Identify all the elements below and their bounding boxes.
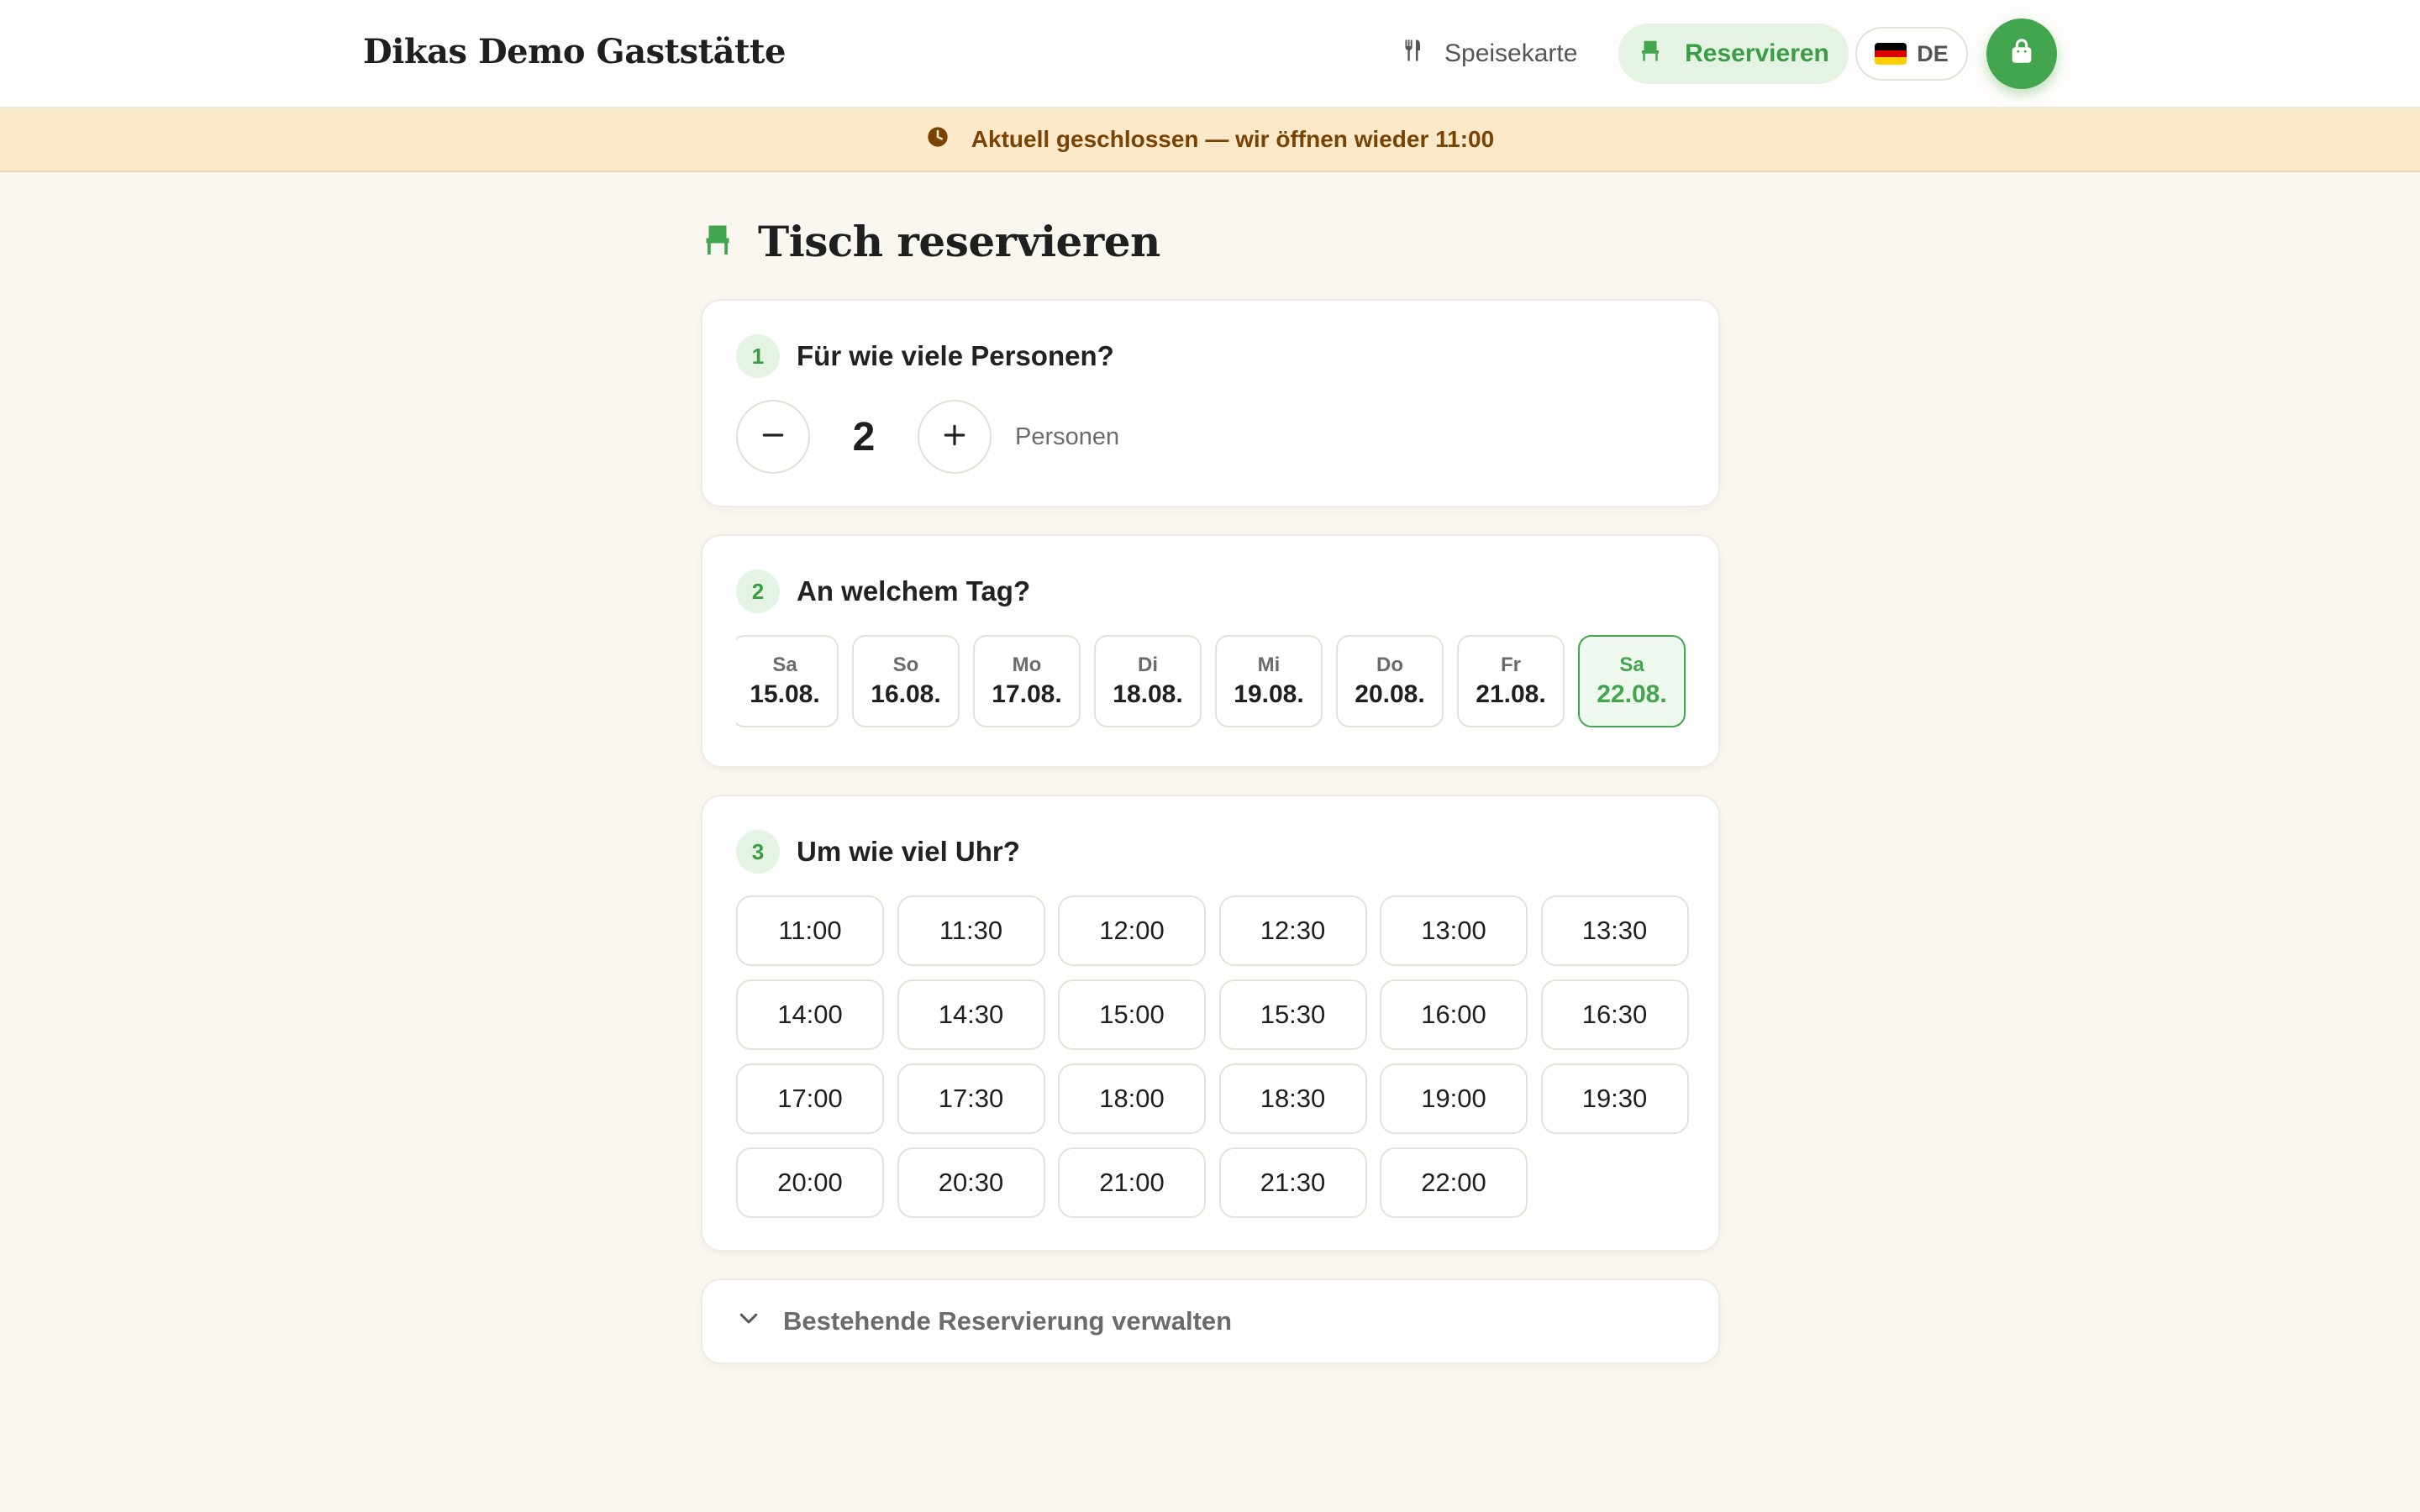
day-option[interactable]: So 16.08.: [852, 635, 960, 727]
time-slot-button[interactable]: 20:00: [736, 1147, 884, 1218]
time-slot-button[interactable]: 22:00: [1380, 1147, 1528, 1218]
closed-notice-banner: Aktuell geschlossen — wir öffnen wieder …: [0, 108, 2420, 172]
day-name: Fr: [1501, 654, 1521, 676]
page-title-text: Tisch reservieren: [758, 217, 1160, 266]
cutlery-icon: [1399, 38, 1424, 70]
day-date: 16.08.: [871, 680, 941, 708]
day-name: Mi: [1257, 654, 1281, 676]
manage-reservation-row: Bestehende Reservierung verwalten: [736, 1280, 1232, 1362]
plus-icon: [941, 422, 968, 453]
time-slot-button[interactable]: 18:30: [1218, 1063, 1367, 1134]
increase-guests-button[interactable]: [918, 400, 992, 474]
guest-unit-label: Personen: [1015, 423, 1120, 450]
language-code: DE: [1917, 40, 1949, 66]
time-slot-button[interactable]: 21:00: [1058, 1147, 1206, 1218]
day-name: Sa: [772, 654, 797, 676]
day-name: Di: [1138, 654, 1158, 676]
clock-icon: [926, 125, 950, 155]
time-slot-button[interactable]: 21:30: [1218, 1147, 1367, 1218]
day-option[interactable]: Mi 19.08.: [1215, 635, 1323, 727]
day-name: So: [892, 654, 919, 676]
day-option[interactable]: Sa 22.08.: [1578, 635, 1686, 727]
closed-notice-text: Aktuell geschlossen — wir öffnen wieder …: [971, 126, 1495, 152]
top-header: Dikas Demo Gaststätte Speisekarte Reserv…: [0, 0, 2420, 108]
time-slot-button[interactable]: 17:00: [736, 1063, 884, 1134]
day-option[interactable]: Mo 17.08.: [973, 635, 1081, 727]
nav-menu-link[interactable]: Speisekarte: [1399, 24, 1577, 84]
day-option[interactable]: Do 20.08.: [1336, 635, 1444, 727]
guest-count: 2: [852, 414, 876, 459]
nav-reserve-label: Reservieren: [1685, 39, 1829, 67]
time-slot-button[interactable]: 18:00: [1058, 1063, 1206, 1134]
party-size-card: 1 Für wie viele Personen? 2 Personen: [701, 299, 1720, 507]
cart-button[interactable]: [1986, 18, 2057, 89]
time-slot-button[interactable]: 15:30: [1218, 979, 1367, 1050]
step-number: 3: [736, 830, 780, 874]
shopping-bag-icon: [2007, 38, 2036, 71]
day-name: Mo: [1012, 654, 1042, 676]
time-slot-button[interactable]: 15:00: [1058, 979, 1206, 1050]
brand-name[interactable]: Dikas Demo Gaststätte: [363, 32, 786, 71]
step-title: Um wie viel Uhr?: [797, 836, 1020, 867]
step-number: 2: [736, 570, 780, 613]
time-slot-button[interactable]: 16:00: [1380, 979, 1528, 1050]
day-option[interactable]: Di 18.08.: [1094, 635, 1202, 727]
day-date: 22.08.: [1597, 680, 1667, 708]
chevron-down-icon: [736, 1305, 761, 1337]
step-header: 2 An welchem Tag?: [736, 570, 1030, 613]
chair-icon: [1638, 38, 1663, 70]
time-slot-button[interactable]: 14:30: [897, 979, 1045, 1050]
day-date: 18.08.: [1113, 680, 1183, 708]
time-slot-button[interactable]: 19:30: [1540, 1063, 1689, 1134]
nav-menu-label: Speisekarte: [1444, 39, 1578, 67]
step-header: 3 Um wie viel Uhr?: [736, 830, 1020, 874]
nav-reserve-link[interactable]: Reservieren: [1618, 24, 1849, 84]
date-picker-strip[interactable]: Sa 15.08. So 16.08. Mo 17.08. Di 18.08. Mi 19.08.…: [736, 635, 1688, 729]
day-date: 19.08.: [1234, 680, 1304, 708]
day-date: 20.08.: [1355, 680, 1425, 708]
time-slot-button[interactable]: 11:30: [897, 895, 1045, 966]
day-date: 17.08.: [992, 680, 1062, 708]
chair-icon: [702, 223, 733, 260]
manage-reservation-toggle[interactable]: Bestehende Reservierung verwalten: [701, 1278, 1720, 1364]
day-name: Sa: [1619, 654, 1644, 676]
day-option[interactable]: Fr 21.08.: [1457, 635, 1565, 727]
time-slot-button[interactable]: 13:30: [1540, 895, 1689, 966]
day-option[interactable]: Sa 15.08.: [736, 635, 839, 727]
time-slot-button[interactable]: 14:00: [736, 979, 884, 1050]
german-flag-icon: [1875, 43, 1907, 65]
time-slot-button[interactable]: 12:00: [1058, 895, 1206, 966]
language-switcher[interactable]: DE: [1855, 27, 1968, 81]
day-name: Do: [1376, 654, 1403, 676]
decrease-guests-button[interactable]: [736, 400, 810, 474]
minus-icon: [760, 422, 786, 453]
time-slot-button[interactable]: 17:30: [897, 1063, 1045, 1134]
step-header: 1 Für wie viele Personen?: [736, 334, 1114, 378]
day-date: 21.08.: [1476, 680, 1546, 708]
time-slot-button[interactable]: 11:00: [736, 895, 884, 966]
time-card: 3 Um wie viel Uhr? 11:00 11:30 12:00 12:30 1…: [701, 795, 1720, 1252]
day-date: 15.08.: [750, 680, 820, 708]
page-title: Tisch reservieren: [702, 217, 1160, 266]
time-slot-button[interactable]: 16:30: [1540, 979, 1689, 1050]
step-title: An welchem Tag?: [797, 575, 1031, 606]
date-card: 2 An welchem Tag? Sa 15.08. So 16.08. Mo 17.0…: [701, 534, 1720, 768]
time-slot-button[interactable]: 20:30: [897, 1147, 1045, 1218]
step-title: Für wie viele Personen?: [797, 340, 1114, 371]
time-slot-button[interactable]: 19:00: [1380, 1063, 1528, 1134]
time-slot-button[interactable]: 13:00: [1380, 895, 1528, 966]
manage-reservation-label: Bestehende Reservierung verwalten: [783, 1306, 1233, 1336]
step-number: 1: [736, 334, 780, 378]
time-slot-button[interactable]: 12:30: [1218, 895, 1367, 966]
